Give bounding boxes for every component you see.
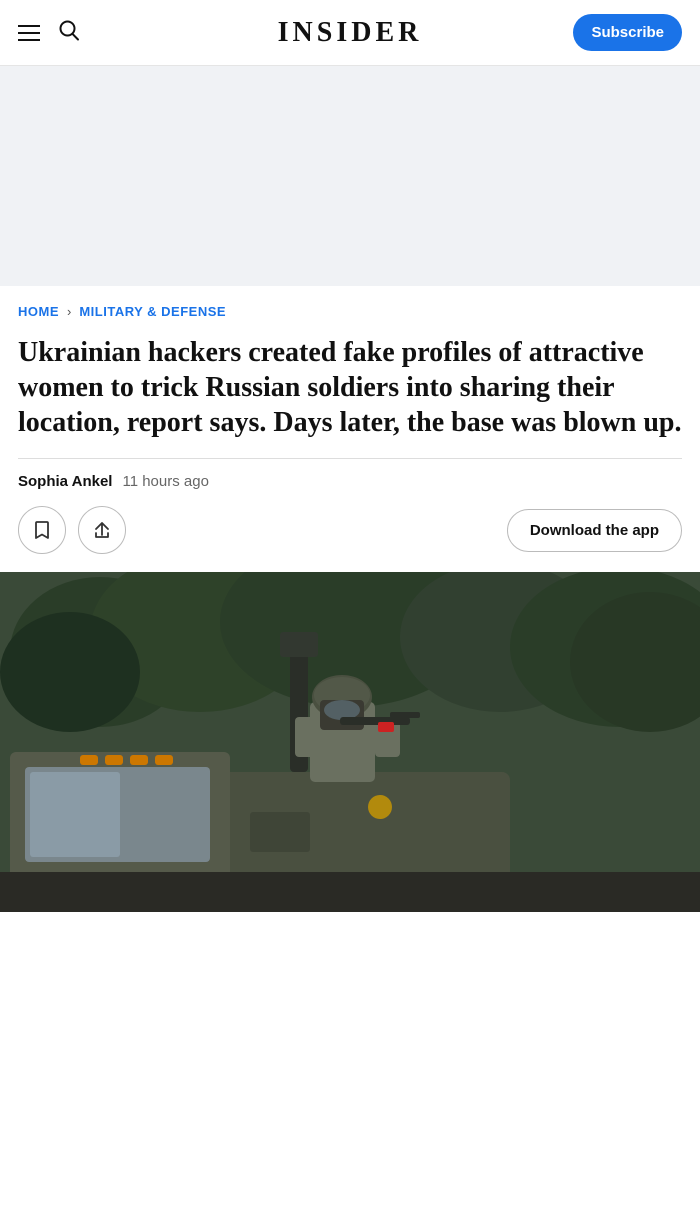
header-left <box>18 19 80 47</box>
breadcrumb: HOME › MILITARY & DEFENSE <box>18 304 682 319</box>
divider <box>18 458 682 459</box>
subscribe-button[interactable]: Subscribe <box>573 14 682 51</box>
bookmark-button[interactable] <box>18 506 66 554</box>
author-name: Sophia Ankel <box>18 473 112 490</box>
article-image <box>0 572 700 912</box>
site-logo[interactable]: INSIDER <box>278 17 423 49</box>
header: INSIDER Subscribe <box>0 0 700 66</box>
search-icon[interactable] <box>58 19 80 47</box>
download-app-button[interactable]: Download the app <box>507 509 682 552</box>
breadcrumb-section[interactable]: MILITARY & DEFENSE <box>79 304 226 319</box>
menu-icon[interactable] <box>18 25 40 41</box>
ad-banner <box>0 66 700 286</box>
action-bar: Download the app <box>18 506 682 554</box>
breadcrumb-separator: › <box>67 304 71 319</box>
action-left <box>18 506 126 554</box>
share-button[interactable] <box>78 506 126 554</box>
publish-time: 11 hours ago <box>122 473 208 490</box>
byline: Sophia Ankel 11 hours ago <box>18 473 682 490</box>
article-content: HOME › MILITARY & DEFENSE Ukrainian hack… <box>0 286 700 554</box>
article-title: Ukrainian hackers created fake profiles … <box>18 335 682 440</box>
breadcrumb-home[interactable]: HOME <box>18 304 59 319</box>
